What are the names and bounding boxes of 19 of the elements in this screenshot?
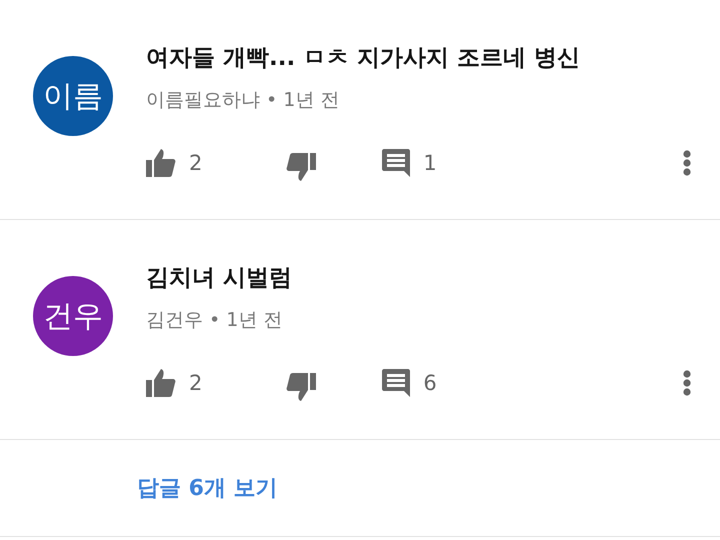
thumbs-up-icon[interactable] bbox=[146, 149, 176, 177]
reply-count: 1 bbox=[423, 151, 437, 175]
more-options-icon[interactable] bbox=[683, 150, 691, 176]
reply-count: 6 bbox=[423, 371, 437, 395]
comment-text: 여자들 개빡... ㅁㅊ 지가사지 조르네 병신 bbox=[146, 45, 580, 71]
avatar[interactable]: 이름 bbox=[33, 56, 113, 136]
comment-text: 김치녀 시벌럼 bbox=[146, 265, 292, 291]
thumbs-down-icon[interactable] bbox=[286, 373, 316, 401]
like-count: 2 bbox=[189, 151, 202, 175]
comment-icon[interactable] bbox=[382, 149, 410, 177]
thumbs-down-icon[interactable] bbox=[286, 153, 316, 181]
view-replies-link[interactable]: 답글 6개 보기 bbox=[137, 474, 278, 504]
more-options-icon[interactable] bbox=[683, 370, 691, 396]
comment-meta: 김건우 • 1년 전 bbox=[146, 308, 282, 332]
comment-icon[interactable] bbox=[382, 369, 410, 397]
thumbs-up-icon[interactable] bbox=[146, 369, 176, 397]
like-count: 2 bbox=[189, 371, 202, 395]
comment-meta: 이름필요하냐 • 1년 전 bbox=[146, 88, 340, 112]
avatar[interactable]: 건우 bbox=[33, 276, 113, 356]
